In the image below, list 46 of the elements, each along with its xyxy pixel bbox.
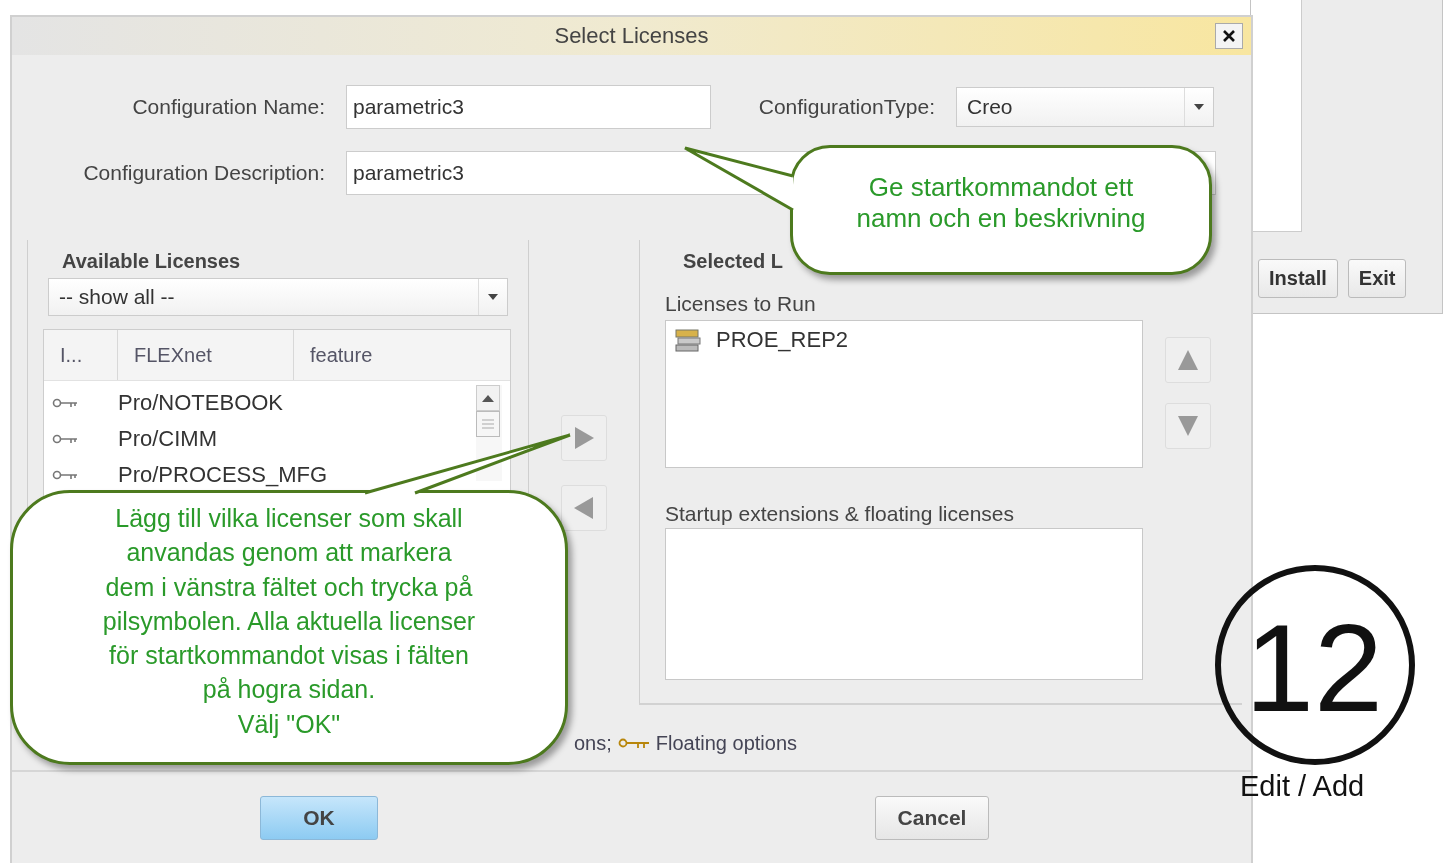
key-icon <box>617 737 650 749</box>
column-header[interactable]: feature <box>294 330 510 381</box>
name-field[interactable]: parametric3 <box>346 85 711 129</box>
list-label: Licenses to Run <box>665 292 817 317</box>
move-up-button[interactable] <box>1165 337 1211 383</box>
table-cell[interactable]: Pro/PROCESS_MFG <box>118 462 328 489</box>
window-button[interactable]: Install <box>1258 259 1338 298</box>
filter-dropdown[interactable]: -- show all -- <box>48 278 508 317</box>
field-label: Configuration Description: <box>82 161 325 185</box>
move-down-button[interactable] <box>1165 403 1211 449</box>
close-button[interactable] <box>1215 23 1243 49</box>
license-icon <box>674 327 704 353</box>
list-item[interactable]: PROE_REP2 <box>716 327 849 353</box>
legend-text: ons; <box>574 731 612 755</box>
step-caption: Edit / Add <box>1240 770 1365 803</box>
left-arrow-icon <box>573 496 595 520</box>
window-title: Select Licenses <box>554 23 709 49</box>
scroll-thumb <box>476 411 500 438</box>
down-arrow-icon <box>1177 415 1199 437</box>
column-header[interactable]: I... <box>44 330 118 381</box>
field-label: ConfigurationType: <box>757 95 935 119</box>
window-button[interactable]: Exit <box>1347 259 1407 298</box>
legend-text: Floating options <box>655 731 797 755</box>
key-icon <box>52 397 78 410</box>
field-label: Configuration Name: <box>131 95 325 119</box>
key-icon <box>52 433 78 446</box>
callout-tooltip: Ge startkommandot ett namn och en beskrivning <box>790 145 1212 275</box>
add-button[interactable] <box>561 415 607 461</box>
step-number: 12 <box>1245 606 1383 730</box>
caret-icon <box>1193 103 1205 111</box>
table-cell[interactable]: Pro/CIMM <box>118 426 217 453</box>
type-dropdown[interactable]: Creo <box>956 87 1214 127</box>
remove-button[interactable] <box>561 485 607 531</box>
table-cell[interactable]: Pro/NOTEBOOK <box>118 390 284 417</box>
column-header[interactable]: FLEXnet <box>118 330 294 381</box>
ok-button[interactable]: OK <box>260 796 378 840</box>
group-title: Available Licenses <box>61 250 242 274</box>
close-icon <box>1222 29 1236 43</box>
up-arrow-icon <box>1177 349 1199 371</box>
caret-icon <box>487 293 499 302</box>
group-title: Selected L <box>682 250 785 274</box>
key-icon <box>52 469 78 482</box>
list-label: Startup extensions & floating licenses <box>665 502 1016 527</box>
scroll-up-icon <box>476 385 500 412</box>
cancel-button[interactable]: Cancel <box>875 796 989 840</box>
right-arrow-icon <box>573 426 595 450</box>
